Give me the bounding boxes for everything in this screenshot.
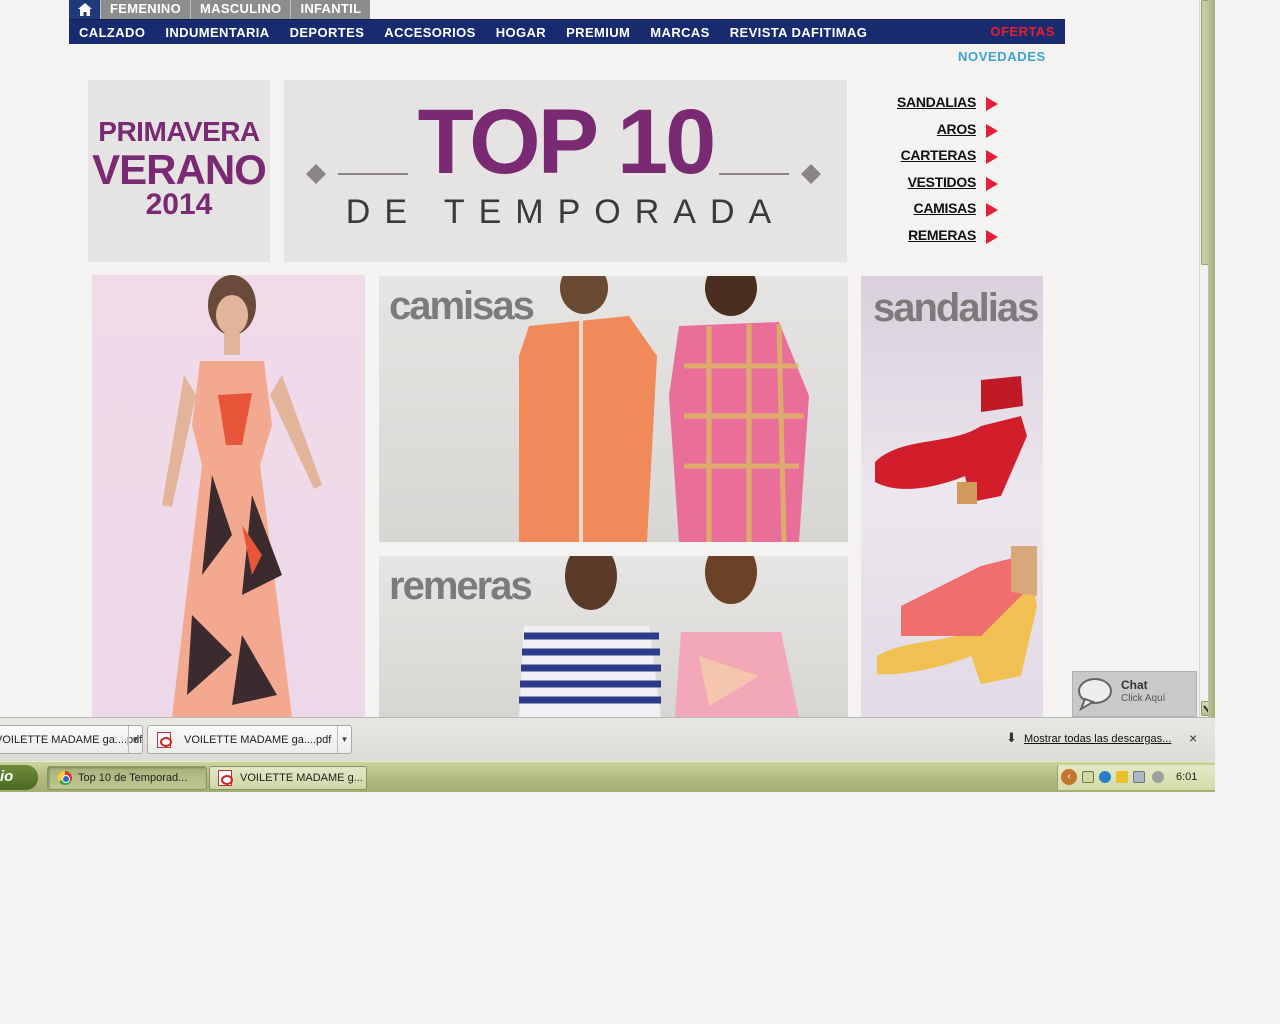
camisas-tile[interactable]: camisas (379, 276, 848, 542)
start-button[interactable]: io (0, 765, 38, 790)
novedades-link[interactable]: NOVEDADES (958, 49, 1046, 64)
gender-tabs: FEMENINO MASCULINO INFANTIL (69, 0, 371, 19)
banner-title: TOP 10 (417, 91, 717, 193)
chat-title: Chat (1121, 678, 1148, 692)
camisas-models-image (519, 276, 809, 542)
downloads-bar: VOILETTE MADAME ga....pdf ▼ VOILETTE MAD… (0, 717, 1215, 761)
arrow-right-icon (986, 123, 998, 138)
download-filename: VOILETTE MADAME ga....pdf (184, 734, 332, 746)
banner-subtitle: DE TEMPORADA (345, 193, 786, 231)
nav-marcas[interactable]: MARCAS (640, 25, 719, 40)
pdf-icon (157, 732, 172, 748)
sandalias-tile[interactable]: sandalias (861, 276, 1043, 717)
chat-widget[interactable]: Chat Click Aquí (1072, 671, 1197, 717)
category-remeras[interactable]: REMERAS (870, 227, 1000, 254)
download-item[interactable]: VOILETTE MADAME ga....pdf ▼ (147, 725, 352, 754)
season-line2: VERANO (92, 146, 267, 193)
nav-hogar[interactable]: HOGAR (486, 25, 556, 40)
season-year: 2014 (145, 188, 213, 221)
network-icon[interactable] (1082, 771, 1094, 783)
arrow-right-icon (986, 176, 998, 191)
web-page: FEMENINO MASCULINO INFANTIL CALZADO INDU… (0, 0, 1199, 717)
category-label: CAMISAS (913, 200, 977, 216)
tab-infantil[interactable]: INFANTIL (290, 0, 371, 19)
screen: FEMENINO MASCULINO INFANTIL CALZADO INDU… (0, 0, 1280, 1024)
task-label: VOILETTE MADAME g... (240, 772, 363, 784)
nav-indumentaria[interactable]: INDUMENTARIA (155, 25, 279, 40)
arrow-right-icon (986, 203, 998, 217)
security-shield-icon[interactable] (1116, 771, 1128, 783)
top10-banner[interactable]: TOP 10 DE TEMPORADA (284, 80, 847, 262)
chat-subtitle: Click Aquí (1121, 693, 1166, 704)
window-border (1208, 0, 1215, 717)
category-aros[interactable]: AROS (870, 121, 1000, 148)
main-nav: CALZADO INDUMENTARIA DEPORTES ACCESORIOS… (69, 19, 1065, 44)
nav-deportes[interactable]: DEPORTES (280, 25, 375, 40)
category-camisas[interactable]: CAMISAS (870, 200, 1000, 227)
nav-revista[interactable]: REVISTA DAFITIMAG (720, 25, 878, 40)
tab-femenino[interactable]: FEMENINO (100, 0, 191, 19)
download-arrow-icon: ⬇ (1006, 730, 1017, 745)
category-carteras[interactable]: CARTERAS (870, 147, 1000, 174)
pdf-icon (218, 770, 233, 786)
chevron-down-icon[interactable]: ▼ (128, 726, 142, 753)
antivirus-icon[interactable] (1099, 771, 1111, 783)
monitor-icon[interactable] (1133, 771, 1145, 783)
category-label: CARTERAS (900, 147, 977, 163)
remeras-tile[interactable]: remeras (379, 556, 848, 717)
category-label: REMERAS (908, 226, 976, 243)
remeras-models-image (519, 556, 799, 717)
season-line1: PRIMAVERA (98, 116, 260, 147)
category-label: VESTIDOS (907, 173, 977, 190)
speech-bubble-icon (1078, 678, 1112, 711)
vestidos-tile[interactable] (92, 275, 365, 717)
chevron-down-icon[interactable]: ▼ (337, 726, 351, 753)
nav-accesorios[interactable]: ACCESORIOS (374, 25, 485, 40)
close-icon[interactable]: × (1189, 730, 1197, 746)
nav-premium[interactable]: PREMIUM (556, 25, 640, 40)
dress-model-image (162, 275, 322, 717)
tab-masculino[interactable]: MASCULINO (190, 0, 291, 19)
chevron-left-icon[interactable]: ‹ (1061, 769, 1077, 785)
download-filename: VOILETTE MADAME ga....pdf (0, 734, 143, 746)
sandals-image (875, 376, 1037, 684)
category-vestidos[interactable]: VESTIDOS (870, 174, 1000, 201)
arrow-right-icon (986, 97, 998, 111)
arrow-right-icon (986, 229, 998, 244)
category-label: SANDALIAS (897, 94, 976, 110)
season-badge[interactable]: PRIMAVERA VERANO 2014 (88, 80, 270, 262)
category-list: SANDALIAS AROS CARTERAS VESTIDOS CAMISAS… (870, 94, 1000, 253)
clock: 6:01 (1176, 771, 1198, 783)
task-label: Top 10 de Temporad... (78, 772, 188, 784)
category-label: AROS (936, 120, 977, 137)
system-tray: ‹ 6:01 (1057, 765, 1215, 790)
nav-ofertas[interactable]: OFERTAS (990, 24, 1055, 39)
show-all-downloads-link[interactable]: Mostrar todas las descargas... (1024, 733, 1171, 745)
user-icon[interactable] (1152, 771, 1164, 783)
taskbar-task-browser[interactable]: Top 10 de Temporad... (47, 766, 207, 790)
category-sandalias[interactable]: SANDALIAS (870, 94, 1000, 121)
home-icon (77, 3, 92, 16)
download-item[interactable]: VOILETTE MADAME ga....pdf ▼ (0, 725, 143, 754)
taskbar: io Top 10 de Temporad... VOILETTE MADAME… (0, 761, 1215, 792)
arrow-right-icon (986, 150, 998, 164)
browser-viewport: FEMENINO MASCULINO INFANTIL CALZADO INDU… (0, 0, 1215, 792)
browser-icon (58, 771, 72, 785)
home-tab[interactable] (69, 0, 100, 19)
taskbar-task-pdf[interactable]: VOILETTE MADAME g... (209, 766, 367, 790)
nav-calzado[interactable]: CALZADO (69, 25, 155, 40)
